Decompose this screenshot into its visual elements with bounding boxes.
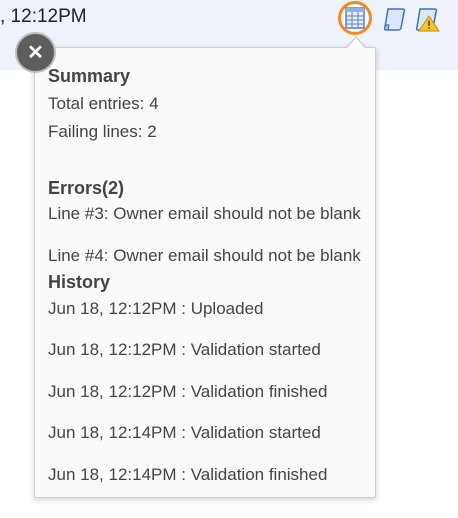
warning-document-icon[interactable] xyxy=(415,6,440,32)
history-item: Jun 18, 12:14PM : Validation finished xyxy=(48,465,328,484)
page: , 12:12PM ✕ Summary Total entries: 4 Fai… xyxy=(0,0,458,518)
error-item: Line #4: Owner email should not be blank xyxy=(48,246,361,265)
history-heading: History xyxy=(48,272,111,292)
total-entries: Total entries: 4 xyxy=(48,94,159,113)
document-icon[interactable] xyxy=(383,6,406,31)
history-item: Jun 18, 12:14PM : Validation started xyxy=(48,423,321,442)
error-item: Line #3: Owner email should not be blank xyxy=(48,204,361,223)
history-item: Jun 18, 12:12PM : Uploaded xyxy=(48,299,264,318)
history-item: Jun 18, 12:12PM : Validation started xyxy=(48,340,321,359)
summary-heading: Summary xyxy=(48,66,131,86)
upload-timestamp: , 12:12PM xyxy=(0,6,87,27)
history-item: Jun 18, 12:12PM : Validation finished xyxy=(48,382,328,401)
close-icon: ✕ xyxy=(27,41,44,64)
table-icon[interactable] xyxy=(344,6,366,30)
failing-lines: Failing lines: 2 xyxy=(48,122,157,141)
errors-heading: Errors(2) xyxy=(48,178,125,198)
popover-arrow-inner xyxy=(347,38,365,48)
